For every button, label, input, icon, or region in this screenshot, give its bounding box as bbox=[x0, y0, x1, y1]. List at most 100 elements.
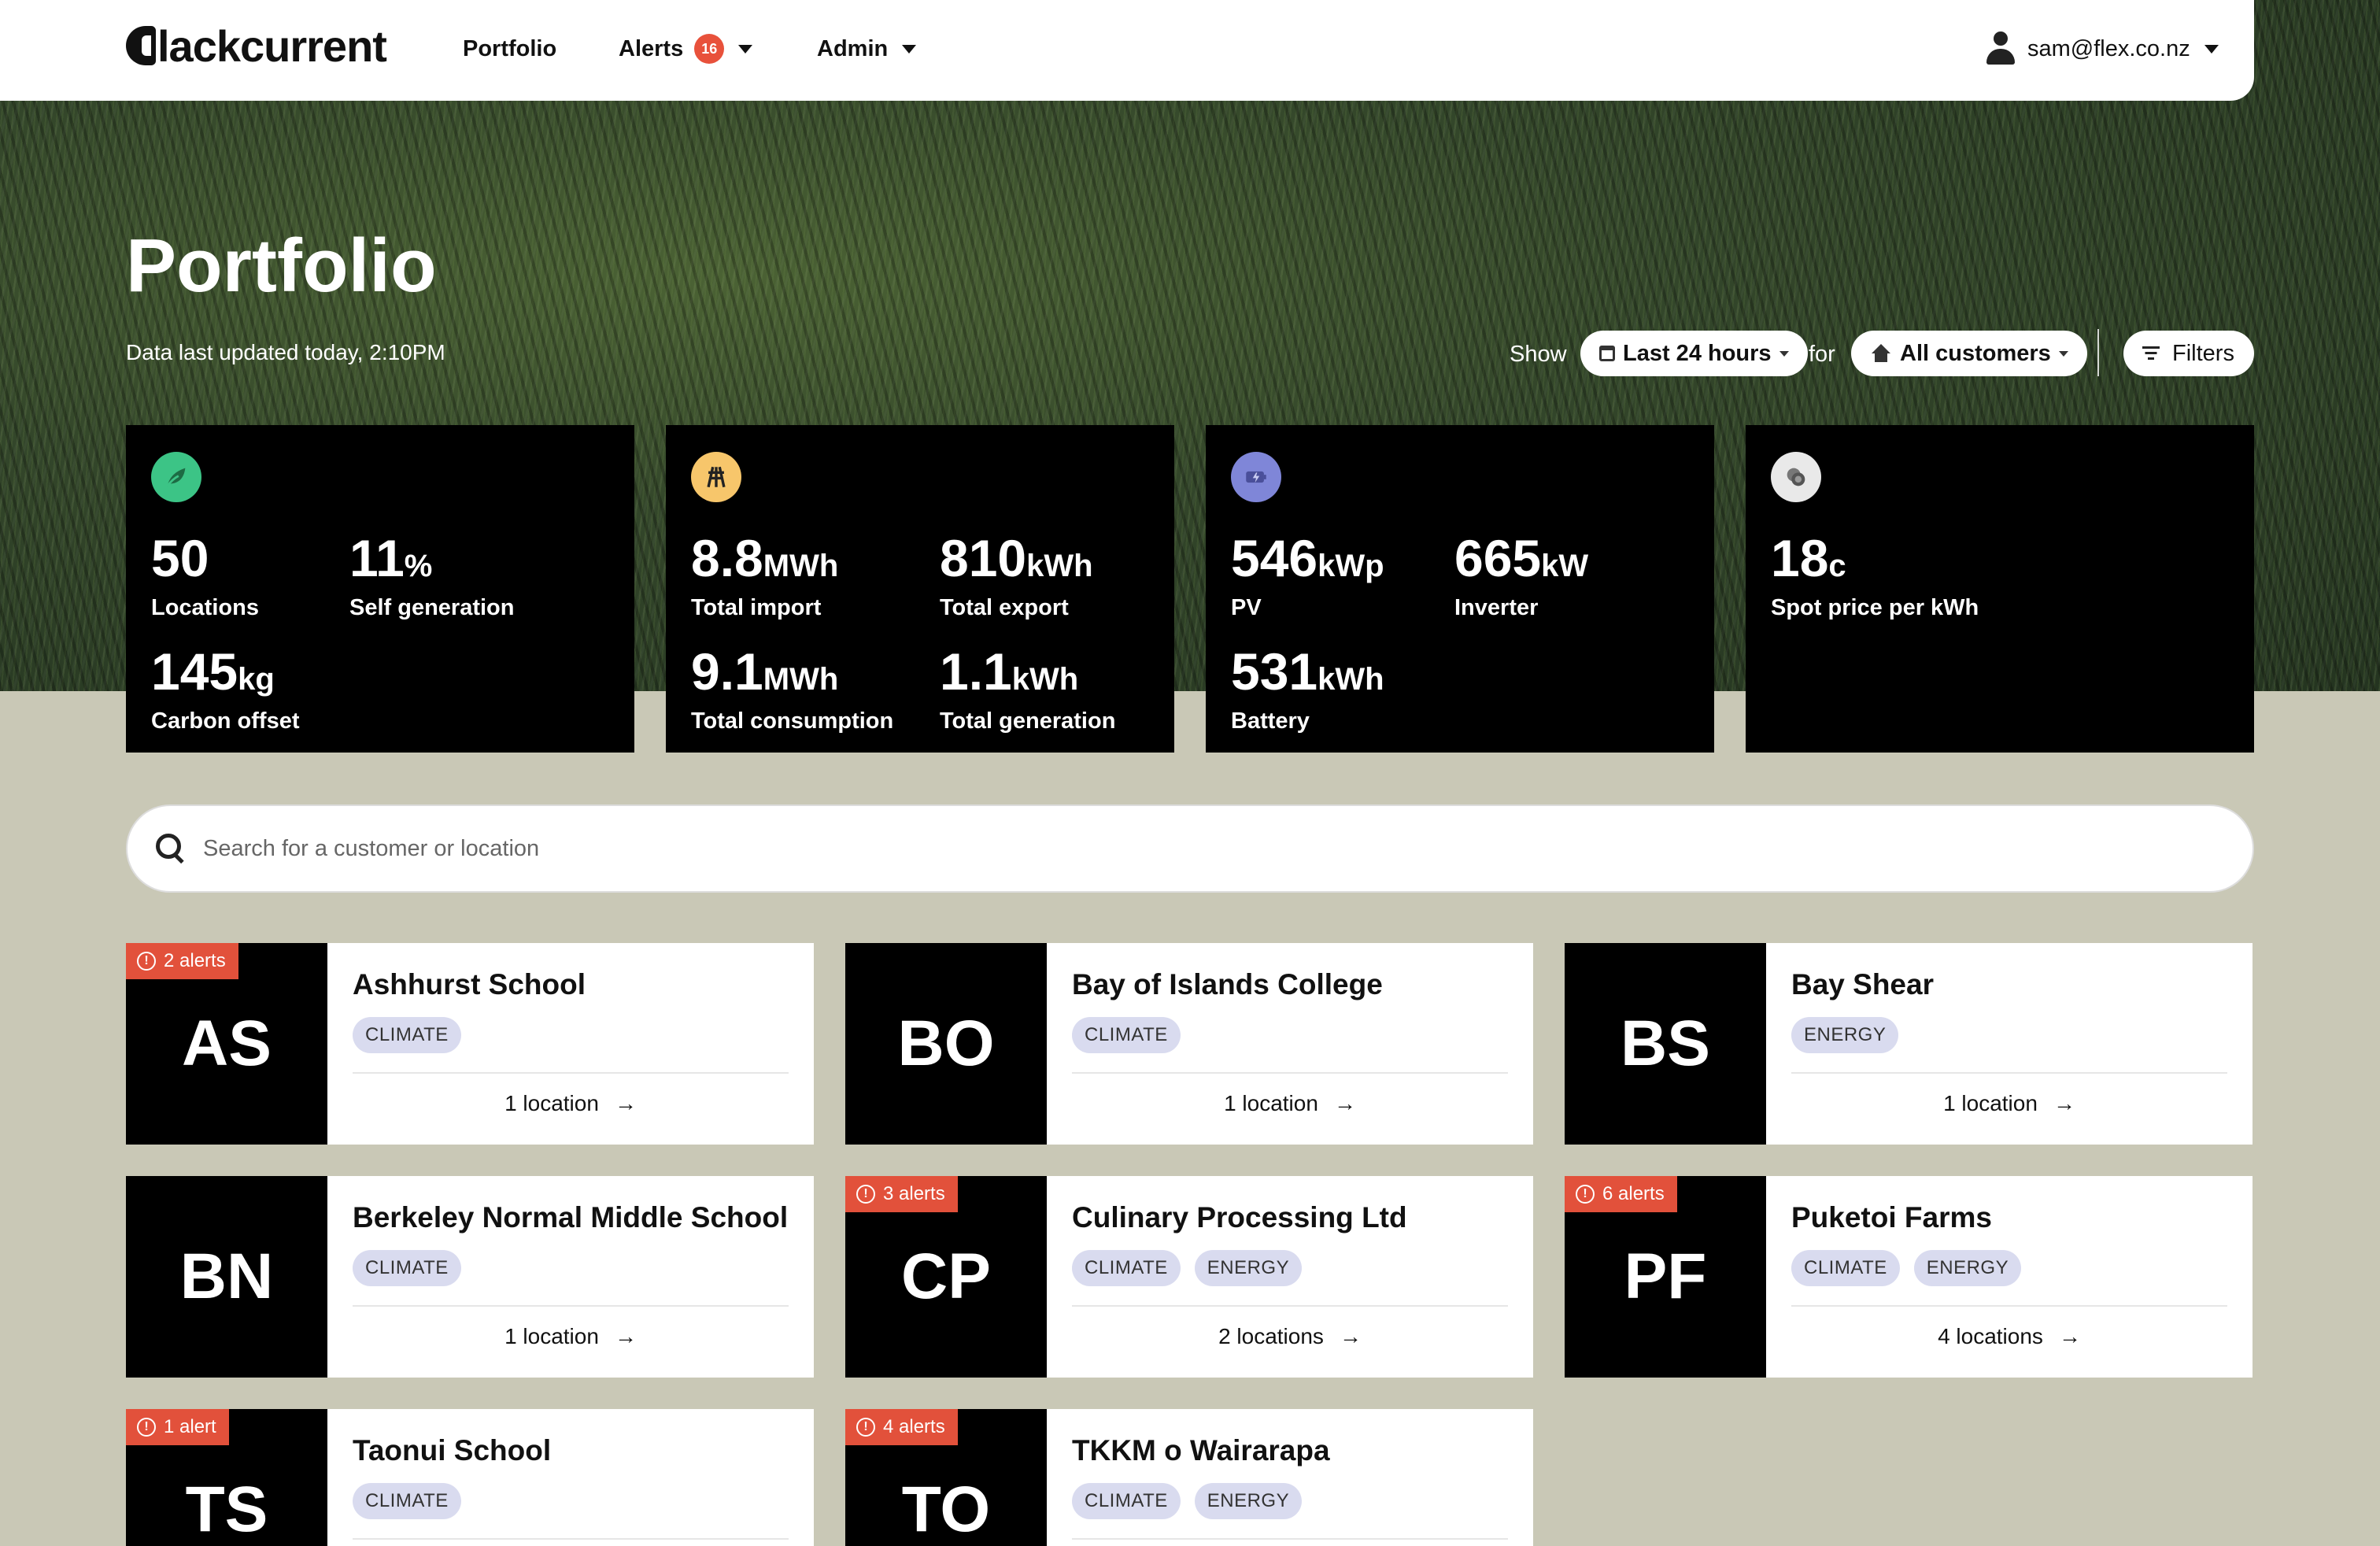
for-label: for bbox=[1809, 342, 1835, 367]
alert-icon: ! bbox=[137, 952, 156, 971]
logo-text: lackcurrent bbox=[157, 20, 387, 71]
logo[interactable]: lackcurrent bbox=[126, 20, 387, 71]
customer-name[interactable]: Bay Shear bbox=[1791, 968, 1934, 1001]
metric-pv: 546kWp PV bbox=[1231, 529, 1384, 620]
battery-icon bbox=[1231, 452, 1281, 502]
search-bar bbox=[126, 804, 2254, 893]
search-icon bbox=[156, 834, 186, 864]
stat-card-price: 18c Spot price per kWh bbox=[1746, 425, 2254, 753]
nav-admin[interactable]: Admin bbox=[817, 31, 917, 66]
arrow-right-icon: → bbox=[1339, 1324, 1362, 1348]
last-updated-text: Data last updated today, 2:10PM bbox=[126, 340, 445, 364]
filters-button[interactable]: Filters bbox=[2123, 331, 2254, 376]
locations-link[interactable]: 1 location → bbox=[1791, 1091, 2227, 1116]
tag-badge: CLIMATE bbox=[353, 1250, 461, 1286]
customer-name[interactable]: TKKM o Wairarapa bbox=[1072, 1434, 1330, 1467]
user-menu[interactable]: sam@flex.co.nz bbox=[1986, 30, 2219, 68]
locations-link[interactable]: 1 location → bbox=[353, 1324, 789, 1349]
top-nav: lackcurrent Portfolio Alerts 16 Admin sa… bbox=[0, 0, 2254, 101]
search-input[interactable] bbox=[203, 835, 2092, 862]
customer-card[interactable]: PF! 6 alerts Puketoi Farms CLIMATE ENERGY 4 l… bbox=[1565, 1176, 2252, 1378]
nav-alerts[interactable]: Alerts 16 bbox=[619, 31, 753, 66]
tag-badge: ENERGY bbox=[1194, 1250, 1303, 1286]
customer-name[interactable]: Berkeley Normal Middle School bbox=[353, 1201, 788, 1234]
locations-link[interactable]: 4 locations → bbox=[1791, 1324, 2227, 1349]
customer-initials: BN bbox=[126, 1176, 327, 1378]
customer-initials: BO bbox=[845, 943, 1047, 1145]
alert-icon: ! bbox=[856, 1418, 875, 1437]
leaf-icon bbox=[151, 452, 201, 502]
locations-label: 1 location bbox=[504, 1091, 599, 1115]
customer-name[interactable]: Puketoi Farms bbox=[1791, 1201, 1992, 1234]
alert-icon: ! bbox=[1576, 1185, 1595, 1204]
alert-badge[interactable]: ! 6 alerts bbox=[1565, 1176, 1677, 1212]
customer-card[interactable]: BO Bay of Islands College CLIMATE 1 locatio… bbox=[845, 943, 1533, 1145]
locations-link[interactable]: 2 locations → bbox=[1072, 1324, 1508, 1349]
tag-badge: CLIMATE bbox=[1072, 1250, 1181, 1286]
stat-card-climate: 50 Locations 11% Self generation 145kg C… bbox=[126, 425, 634, 753]
calendar-icon bbox=[1599, 346, 1615, 361]
divider bbox=[353, 1538, 789, 1540]
nav-portfolio[interactable]: Portfolio bbox=[463, 31, 556, 66]
filter-icon bbox=[2142, 346, 2160, 361]
customer-value: All customers bbox=[1900, 340, 2051, 366]
locations-link[interactable]: 1 location → bbox=[353, 1091, 789, 1116]
customer-card[interactable]: TS! 1 alert Taonui School CLIMATE bbox=[126, 1409, 814, 1546]
divider bbox=[2097, 329, 2099, 376]
locations-link[interactable]: 1 location → bbox=[1072, 1091, 1508, 1116]
tag-badge: ENERGY bbox=[1913, 1250, 2022, 1286]
nav-admin-label: Admin bbox=[817, 35, 889, 61]
customer-card[interactable]: AS! 2 alerts Ashhurst School CLIMATE 1 locat… bbox=[126, 943, 814, 1145]
metric-battery: 531kWh Battery bbox=[1231, 642, 1384, 734]
alert-icon: ! bbox=[137, 1418, 156, 1437]
alert-badge[interactable]: ! 1 alert bbox=[126, 1409, 229, 1445]
divider bbox=[1072, 1538, 1508, 1540]
metric-locations: 50 Locations bbox=[151, 529, 259, 620]
show-label: Show bbox=[1510, 342, 1567, 367]
locations-label: 1 location bbox=[504, 1324, 599, 1348]
alert-count: 4 alerts bbox=[883, 1416, 945, 1437]
customer-tags: CLIMATE bbox=[353, 1250, 461, 1286]
arrow-right-icon: → bbox=[2058, 1324, 2081, 1348]
filters-label: Filters bbox=[2172, 340, 2234, 366]
chevron-down-icon bbox=[1779, 350, 1789, 357]
customer-name[interactable]: Culinary Processing Ltd bbox=[1072, 1201, 1407, 1234]
customer-select[interactable]: All customers bbox=[1851, 331, 2087, 376]
divider bbox=[353, 1305, 789, 1307]
alert-badge[interactable]: ! 4 alerts bbox=[845, 1409, 958, 1445]
tag-badge: ENERGY bbox=[1194, 1483, 1303, 1519]
customer-card[interactable]: CP! 3 alerts Culinary Processing Ltd CLIMAT… bbox=[845, 1176, 1533, 1378]
customer-tags: CLIMATE ENERGY bbox=[1072, 1250, 1303, 1286]
nav-alerts-label: Alerts bbox=[619, 35, 684, 61]
metric-total-export: 810kWh Total export bbox=[940, 529, 1093, 620]
customer-tags: ENERGY bbox=[1791, 1017, 1899, 1053]
customer-card[interactable]: BN Berkeley Normal Middle School CLIMATE 1 … bbox=[126, 1176, 814, 1378]
customer-card[interactable]: BS Bay Shear ENERGY 1 location → bbox=[1565, 943, 2252, 1145]
tag-badge: CLIMATE bbox=[353, 1017, 461, 1053]
metric-total-import: 8.8MWh Total import bbox=[691, 529, 839, 620]
alert-count: 1 alert bbox=[164, 1416, 216, 1437]
locations-label: 1 location bbox=[1224, 1091, 1318, 1115]
period-select[interactable]: Last 24 hours bbox=[1580, 331, 1808, 376]
tag-badge: ENERGY bbox=[1791, 1017, 1899, 1053]
metric-total-generation: 1.1kWh Total generation bbox=[940, 642, 1116, 734]
chevron-down-icon bbox=[902, 44, 917, 54]
user-icon bbox=[1986, 31, 2015, 66]
chevron-down-icon bbox=[2204, 44, 2219, 54]
metric-inverter: 665kW Inverter bbox=[1454, 529, 1589, 620]
arrow-right-icon: → bbox=[1333, 1091, 1356, 1115]
stat-card-energy: 8.8MWh Total import 810kWh Total export … bbox=[666, 425, 1174, 753]
divider bbox=[1072, 1072, 1508, 1074]
customer-name[interactable]: Bay of Islands College bbox=[1072, 968, 1383, 1001]
customer-tags: CLIMATE bbox=[353, 1483, 461, 1519]
divider bbox=[1791, 1305, 2227, 1307]
metric-carbon-offset: 145kg Carbon offset bbox=[151, 642, 300, 734]
locations-label: 4 locations bbox=[1938, 1324, 2043, 1348]
divider bbox=[1791, 1072, 2227, 1074]
customer-card[interactable]: TO! 4 alerts TKKM o Wairarapa CLIMATE ENERGY bbox=[845, 1409, 1533, 1546]
alert-badge[interactable]: ! 3 alerts bbox=[845, 1176, 958, 1212]
alerts-count-badge: 16 bbox=[694, 34, 725, 64]
alert-badge[interactable]: ! 2 alerts bbox=[126, 943, 238, 979]
customer-name[interactable]: Taonui School bbox=[353, 1434, 551, 1467]
customer-name[interactable]: Ashhurst School bbox=[353, 968, 586, 1001]
